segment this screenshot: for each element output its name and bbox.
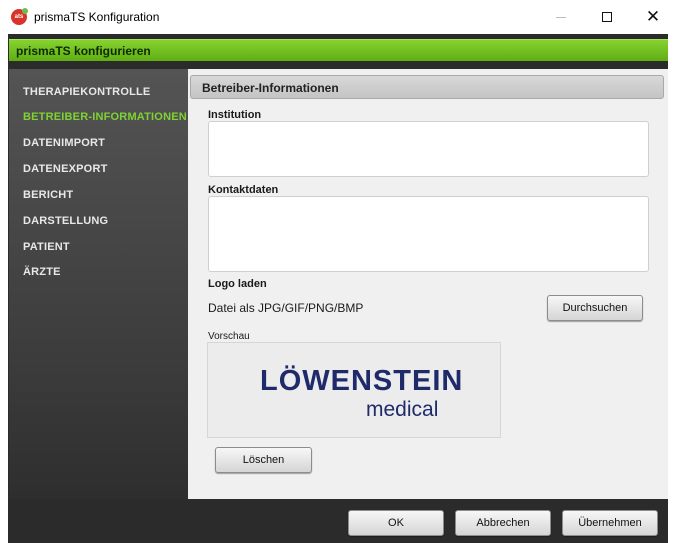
sidebar-item-aerzte[interactable]: ÄRZTE [23, 266, 61, 278]
dialog-title: prismaTS konfigurieren [16, 44, 151, 58]
sidebar-item-datenexport[interactable]: DATENEXPORT [23, 163, 108, 175]
sidebar-item-therapiekontrolle[interactable]: THERAPIEKONTROLLE [23, 86, 150, 98]
logo-wordmark: LÖWENSTEIN [260, 365, 464, 397]
ok-button[interactable]: OK [348, 510, 444, 536]
minimize-icon [556, 16, 566, 18]
close-button[interactable]: ✕ [630, 0, 674, 34]
logo-label: Logo laden [208, 278, 267, 290]
contact-label: Kontaktdaten [208, 184, 279, 196]
sidebar-item-darstellung[interactable]: DARSTELLUNG [23, 215, 108, 227]
section-header: Betreiber-Informationen [190, 75, 664, 99]
minimize-button[interactable] [538, 0, 584, 34]
logo-subline: medical [366, 398, 439, 421]
maximize-icon [602, 12, 612, 22]
sidebar-item-betreiber-informationen[interactable]: BETREIBER-INFORMATIONEN [23, 111, 187, 123]
logo-preview: LÖWENSTEIN medical [207, 342, 501, 438]
browse-button[interactable]: Durchsuchen [547, 295, 643, 321]
apply-button[interactable]: Übernehmen [562, 510, 658, 536]
logo-filetypes-text: Datei als JPG/GIF/PNG/BMP [208, 301, 364, 315]
contact-field[interactable] [208, 196, 649, 272]
sidebar-item-datenimport[interactable]: DATENIMPORT [23, 137, 105, 149]
institution-field[interactable] [208, 121, 649, 177]
preview-label: Vorschau [208, 331, 250, 342]
cancel-button[interactable]: Abbrechen [455, 510, 551, 536]
sidebar-item-patient[interactable]: PATIENT [23, 241, 70, 253]
delete-logo-button[interactable]: Löschen [215, 447, 312, 473]
sidebar-item-bericht[interactable]: BERICHT [23, 189, 73, 201]
maximize-button[interactable] [584, 0, 630, 34]
dialog-header: prismaTS konfigurieren [9, 39, 668, 61]
app-icon: ats [11, 8, 28, 25]
section-title: Betreiber-Informationen [202, 81, 339, 95]
close-icon: ✕ [645, 6, 661, 27]
window-titlebar: ats prismaTS Konfiguration ✕ [0, 0, 674, 34]
sidebar-nav: THERAPIEKONTROLLE BETREIBER-INFORMATIONE… [9, 69, 188, 499]
window-title: prismaTS Konfiguration [34, 10, 160, 24]
institution-label: Institution [208, 109, 262, 121]
